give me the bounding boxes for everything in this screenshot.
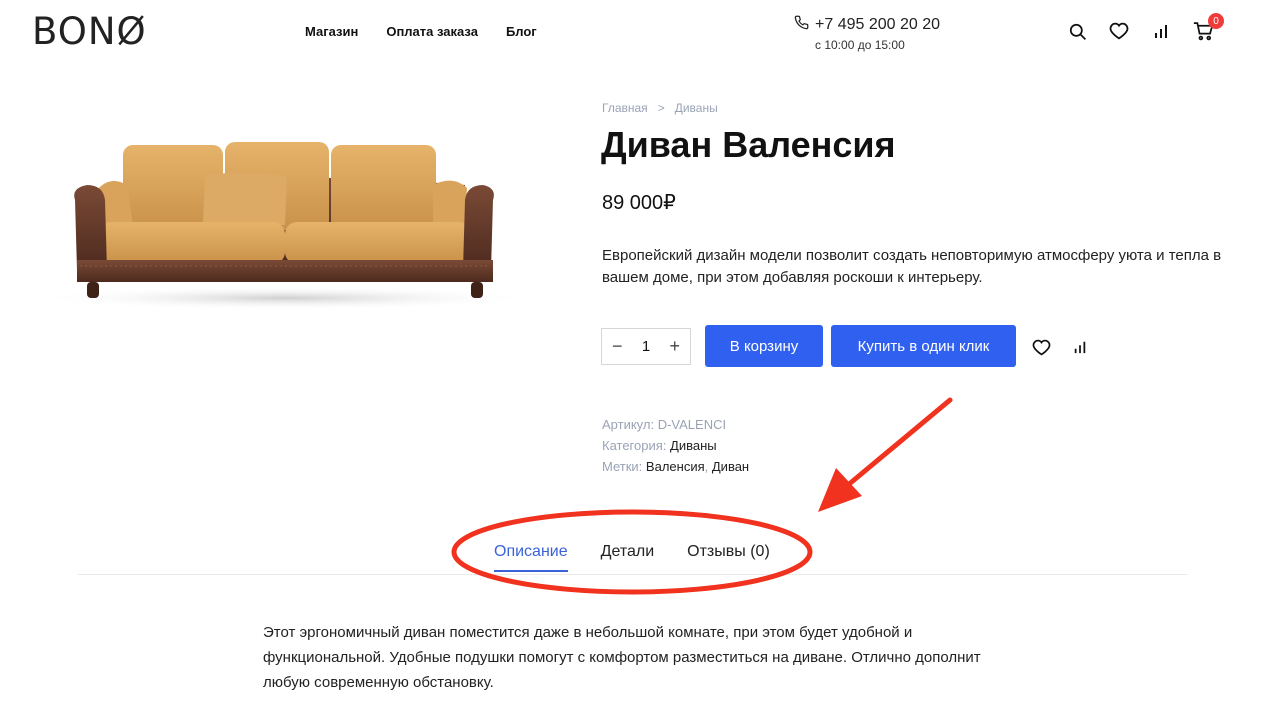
add-to-cart-button[interactable]: В корзину (705, 325, 823, 367)
phone-icon (794, 15, 809, 35)
tab-description-content: Этот эргономичный диван поместится даже … (263, 624, 981, 691)
tag-separator: , (704, 459, 709, 474)
buy-one-click-button[interactable]: Купить в один клик (831, 325, 1016, 367)
category-row: Категория: Диваны (602, 435, 749, 456)
cart-count-badge: 0 (1208, 13, 1224, 29)
phone-number[interactable]: +7 495 200 20 20 (815, 16, 940, 34)
quantity-stepper[interactable]: − 1 + (601, 328, 691, 365)
annotation-arrow-shaft (845, 397, 953, 488)
add-to-compare-icon[interactable] (1069, 336, 1091, 358)
qty-decrease-button[interactable]: − (612, 336, 623, 357)
sku-value: D-VALENCI (657, 417, 727, 432)
qty-increase-button[interactable]: + (669, 336, 680, 357)
annotation-arrowhead (818, 468, 862, 512)
product-tabs: Описание Детали Отзывы (0) (494, 543, 770, 572)
working-hours: с 10:00 до 15:00 (815, 38, 905, 52)
product-title: Диван Валенсия (601, 124, 896, 165)
tag-link-valencia[interactable]: Валенсия (646, 459, 705, 474)
tags-label: Метки: (602, 459, 643, 474)
tags-row: Метки: Валенсия, Диван (602, 456, 749, 477)
wishlist-icon[interactable] (1108, 20, 1130, 42)
nav-payment[interactable]: Оплата заказа (386, 24, 478, 39)
breadcrumb: Главная > Диваны (602, 101, 718, 115)
product-meta: Артикул: D-VALENCI Категория: Диваны Мет… (602, 414, 749, 477)
tab-reviews[interactable]: Отзывы (0) (687, 543, 770, 572)
logo[interactable]: BONØ (32, 12, 147, 52)
contact-block: +7 495 200 20 20 с 10:00 до 15:00 (794, 15, 940, 52)
tab-details[interactable]: Детали (601, 543, 655, 572)
add-to-wishlist-icon[interactable] (1030, 336, 1052, 358)
sku-label: Артикул: (602, 417, 655, 432)
compare-icon[interactable] (1150, 20, 1172, 42)
product-price: 89 000₽ (602, 192, 676, 214)
breadcrumb-home[interactable]: Главная (602, 101, 648, 115)
qty-value[interactable]: 1 (642, 338, 650, 355)
cart-icon[interactable]: 0 (1192, 13, 1224, 42)
nav-blog[interactable]: Блог (506, 24, 537, 39)
chevron-right-icon: > (657, 101, 665, 115)
breadcrumb-category[interactable]: Диваны (675, 101, 718, 115)
header-actions: 0 (1066, 13, 1224, 42)
product-image[interactable] (35, 130, 535, 315)
search-icon[interactable] (1066, 20, 1088, 42)
category-link[interactable]: Диваны (670, 438, 717, 453)
product-short-description: Европейский дизайн модели позволит созда… (602, 247, 1222, 286)
main-nav: Магазин Оплата заказа Блог (305, 24, 537, 39)
tag-link-sofa[interactable]: Диван (712, 459, 749, 474)
tabs-divider (78, 574, 1188, 575)
sku-row: Артикул: D-VALENCI (602, 414, 749, 435)
category-label: Категория: (602, 438, 667, 453)
tab-description[interactable]: Описание (494, 543, 568, 572)
nav-shop[interactable]: Магазин (305, 24, 358, 39)
